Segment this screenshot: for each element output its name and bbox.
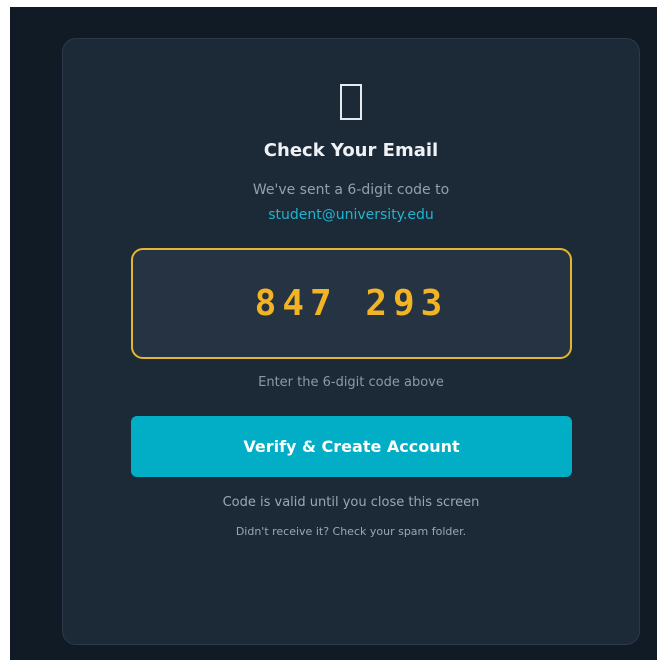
verify-create-account-button[interactable]: Verify & Create Account: [131, 416, 572, 477]
validity-note: Code is valid until you close this scree…: [222, 495, 480, 510]
envelope-icon: [63, 77, 639, 123]
email-address: student@university.edu: [268, 207, 434, 223]
spam-folder-note: Didn't receive it? Check your spam folde…: [235, 525, 467, 538]
sent-code-text: We've sent a 6-digit code to: [252, 182, 450, 198]
page-title: Check Your Email: [263, 140, 439, 161]
missing-glyph-box: [340, 84, 362, 120]
code-hint: Enter the 6-digit code above: [258, 375, 444, 390]
verification-card: Check Your Email We've sent a 6-digit co…: [62, 38, 640, 645]
verification-code: 847 293: [254, 283, 449, 324]
page-background: Check Your Email We've sent a 6-digit co…: [10, 7, 657, 660]
code-display: 847 293: [131, 248, 572, 359]
